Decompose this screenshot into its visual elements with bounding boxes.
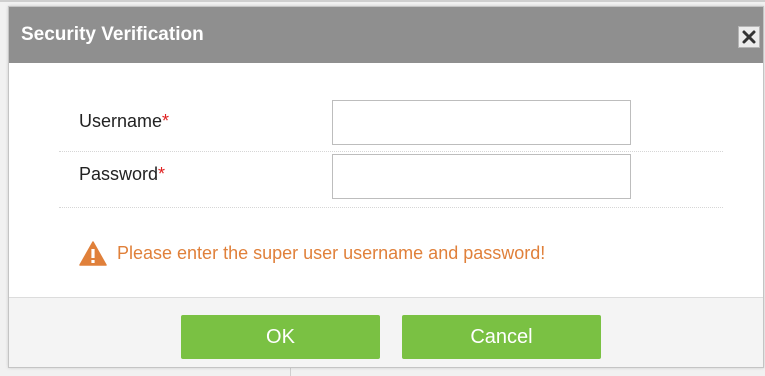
login-form: Username* Password*	[59, 97, 723, 208]
username-input[interactable]	[332, 100, 631, 145]
username-row: Username*	[59, 97, 723, 152]
dialog-footer: OK Cancel	[9, 298, 763, 367]
ok-button[interactable]: OK	[181, 315, 380, 359]
close-button[interactable]	[738, 26, 760, 48]
password-label: Password*	[79, 164, 166, 184]
password-input[interactable]	[332, 154, 631, 199]
username-label: Username*	[79, 111, 170, 131]
warning-icon	[79, 240, 107, 266]
background-divider	[0, 0, 765, 2]
required-marker: *	[158, 164, 166, 184]
warning-message: Please enter the super user username and…	[79, 240, 545, 266]
dialog-title: Security Verification	[21, 24, 204, 45]
warning-text: Please enter the super user username and…	[117, 242, 546, 263]
required-marker: *	[162, 111, 170, 131]
dialog-titlebar: Security Verification	[9, 7, 763, 63]
password-row: Password*	[59, 152, 723, 208]
cancel-button[interactable]: Cancel	[402, 315, 601, 359]
background-divider	[290, 368, 291, 376]
close-icon	[742, 30, 756, 44]
security-verification-dialog: Security Verification Username* Password…	[8, 6, 764, 368]
